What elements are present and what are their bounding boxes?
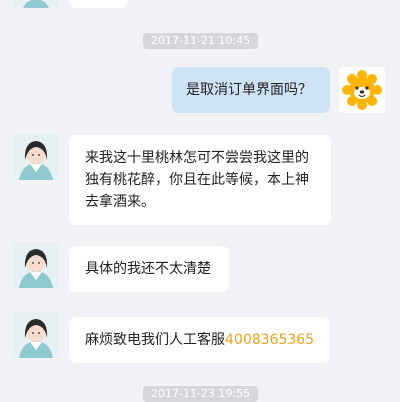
agent-message-text: 麻烦致电我们人工客服 xyxy=(85,332,225,348)
agent-avatar-top-partial xyxy=(13,0,59,8)
sun-mascot-icon xyxy=(339,67,385,113)
female-character-avatar-icon xyxy=(13,134,59,180)
agent-message-text: 具体的我还不太清楚 xyxy=(85,261,211,277)
female-character-avatar-icon xyxy=(13,0,59,8)
agent-message-bubble: 麻烦致电我们人工客服4008365365 xyxy=(69,317,330,363)
female-character-avatar-icon xyxy=(13,242,59,288)
agent-message-line: 来我这十里桃林怎可不尝尝我这里的 xyxy=(85,150,309,166)
phone-number-link[interactable]: 4008365365 xyxy=(225,332,314,348)
agent-avatar[interactable] xyxy=(13,134,59,180)
agent-avatar[interactable] xyxy=(13,242,59,288)
agent-message-bubble: 具体的我还不太清楚 xyxy=(69,246,229,292)
female-character-avatar-icon xyxy=(13,312,59,358)
user-avatar[interactable] xyxy=(339,67,385,113)
previous-message-bubble-partial xyxy=(69,0,127,8)
timestamp-divider: 2017-11-21 10:45 xyxy=(143,33,259,49)
agent-message-bubble: 来我这十里桃林怎可不尝尝我这里的 独有桃花醉，你且在此等候，本上神 去拿酒来。 xyxy=(69,135,331,225)
agent-message-line: 独有桃花醉，你且在此等候，本上神 xyxy=(85,172,309,188)
agent-message-line: 去拿酒来。 xyxy=(85,194,155,210)
user-message-bubble: 是取消订单界面吗？ xyxy=(172,67,330,113)
user-message-text: 是取消订单界面吗？ xyxy=(186,82,312,98)
agent-avatar[interactable] xyxy=(13,312,59,358)
